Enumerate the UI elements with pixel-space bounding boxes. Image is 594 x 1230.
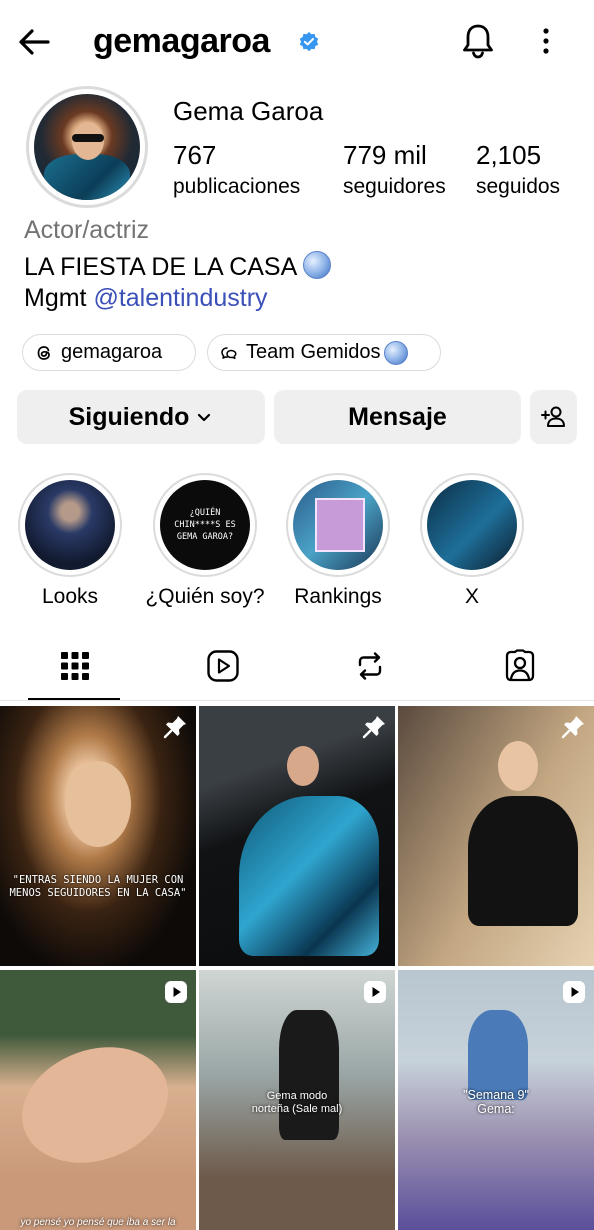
grid-icon xyxy=(61,652,89,680)
reels-icon xyxy=(207,650,239,682)
reel-tile[interactable]: Gema modo norteña (Sale mal) xyxy=(199,970,395,1230)
reel-icon xyxy=(165,981,187,1003)
reel-caption: yo pensé yo pensé que iba a ser la xyxy=(20,1217,176,1228)
post-tile[interactable] xyxy=(199,706,395,966)
channel-name: Team Gemidos xyxy=(246,341,381,363)
highlight-label: ¿Quién soy? xyxy=(145,585,265,608)
mention-link[interactable]: @talentindustry xyxy=(93,284,267,312)
followers-label[interactable]: seguidores xyxy=(343,175,446,199)
highlight-looks-cover[interactable] xyxy=(25,480,115,570)
tab-tagged[interactable] xyxy=(502,648,538,684)
notifications-button[interactable] xyxy=(460,22,496,60)
reel-caption: Gema modo norteña (Sale mal) xyxy=(251,1090,343,1115)
highlight-quien-soy-cover[interactable]: ¿QUIÉN CHIN****S ES GEMA GAROA? xyxy=(160,480,250,570)
repost-icon xyxy=(358,652,382,680)
post-tile[interactable]: "ENTRAS SIENDO LA MUJER CON MENOS SEGUID… xyxy=(0,706,196,966)
pin-icon xyxy=(163,716,186,739)
highlight-x-cover[interactable] xyxy=(427,480,517,570)
threads-handle: gemagaroa xyxy=(61,341,163,363)
reel-tile[interactable]: "Semana 9" Gema: xyxy=(398,970,594,1230)
reel-icon xyxy=(364,981,386,1003)
followers-count[interactable]: 779 mil xyxy=(343,140,427,171)
threads-icon xyxy=(37,345,50,360)
reel-icon xyxy=(563,981,585,1003)
profile-full-name: Gema Garoa xyxy=(173,96,324,126)
disco-ball-icon xyxy=(383,340,408,365)
tagged-person-icon xyxy=(505,649,535,682)
bio-mgmt-line: Mgmt @talentindustry xyxy=(24,284,268,313)
disco-ball-icon xyxy=(303,251,332,279)
back-arrow-icon xyxy=(19,29,50,55)
highlight-cover-text: ¿QUIÉN CHIN****S ES GEMA GAROA? xyxy=(174,508,236,542)
following-count[interactable]: 2,105 xyxy=(476,140,541,171)
post-tile[interactable] xyxy=(398,706,594,966)
reel-tile[interactable]: yo pensé yo pensé que iba a ser la xyxy=(0,970,196,1230)
pin-icon xyxy=(561,716,584,739)
highlight-label: Looks xyxy=(41,585,99,608)
highlight-rankings-cover[interactable] xyxy=(293,480,383,570)
bio-mgmt-prefix: Mgmt xyxy=(24,284,94,312)
broadcast-channel-link[interactable]: Team Gemidos xyxy=(207,334,441,371)
verified-badge-icon xyxy=(298,31,320,53)
profile-category: Actor/actriz xyxy=(24,216,150,244)
notification-bell-icon xyxy=(463,24,493,59)
reel-caption: "Semana 9" Gema: xyxy=(463,1088,529,1116)
bio-line: LA FIESTA DE LA CASA xyxy=(24,251,332,282)
pin-icon xyxy=(362,716,385,739)
message-button[interactable]: Mensaje xyxy=(274,390,521,444)
posts-count[interactable]: 767 xyxy=(173,140,216,171)
avatar[interactable] xyxy=(34,94,140,200)
following-label[interactable]: seguidos xyxy=(476,175,560,199)
divider xyxy=(0,700,594,701)
channel-chat-icon xyxy=(221,346,237,359)
more-options-button[interactable] xyxy=(532,24,560,58)
bio-text: LA FIESTA DE LA CASA xyxy=(24,253,298,281)
back-button[interactable] xyxy=(14,22,54,62)
posts-label[interactable]: publicaciones xyxy=(173,175,300,199)
following-button[interactable]: Siguiendo xyxy=(17,390,265,444)
more-options-icon xyxy=(543,28,549,54)
tab-reposts[interactable] xyxy=(352,648,388,684)
following-button-label: Siguiendo xyxy=(68,402,190,431)
add-user-icon xyxy=(540,406,565,427)
tab-posts-grid[interactable] xyxy=(57,648,93,684)
tab-reels[interactable] xyxy=(205,648,241,684)
message-button-label: Mensaje xyxy=(348,402,447,431)
profile-username: gemagaroa xyxy=(93,22,270,60)
threads-link[interactable]: gemagaroa xyxy=(22,334,196,371)
chevron-down-icon xyxy=(198,413,211,422)
post-overlay-text: "ENTRAS SIENDO LA MUJER CON MENOS SEGUID… xyxy=(9,874,187,899)
suggested-users-button[interactable] xyxy=(530,390,577,444)
highlight-label: X xyxy=(464,585,479,608)
highlight-label: Rankings xyxy=(294,585,382,608)
